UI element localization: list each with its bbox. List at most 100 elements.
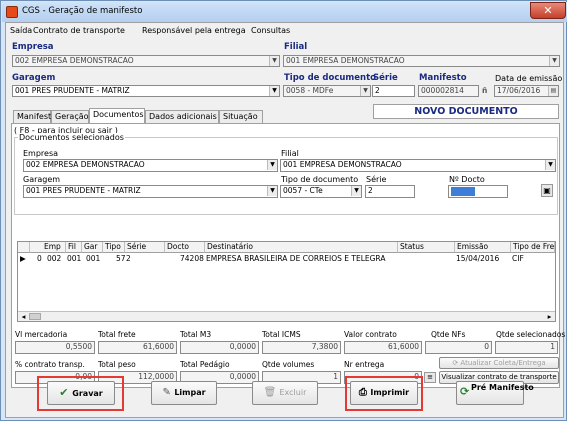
manifesto-input[interactable]: 000002814 <box>418 85 479 97</box>
tipo-documento-select[interactable]: 0058 - MDFe ▼ <box>283 85 371 97</box>
panel-filial-label: Filial <box>281 149 299 158</box>
title-bar: CGS - Geração de manifesto ✕ <box>2 2 567 22</box>
row-marker-icon: ▶ <box>20 254 26 263</box>
limpar-label: Limpar <box>174 388 206 397</box>
panel-empresa-select[interactable]: 002 EMPRESA DEMONSTRACAO ▼ <box>23 159 278 172</box>
total-peso-label: Total peso <box>98 360 136 369</box>
sync-icon: ⟳ <box>460 385 470 398</box>
garagem-value: 001 PRES PRUDENTE - MATRIZ <box>15 86 130 95</box>
cell-emp: 002 <box>47 254 62 263</box>
grid-col-serie[interactable]: Série <box>125 242 165 253</box>
vl-mercadoria-field: 0,5500 <box>15 341 95 354</box>
filial-label: Filial <box>284 42 308 52</box>
vl-mercadoria-label: Vl mercadoria <box>15 330 68 339</box>
atualizar-label: Atualizar Coleta/Entrega <box>460 359 546 367</box>
empresa-label: Empresa <box>12 42 54 52</box>
data-emissao-input[interactable]: 17/06/2016 ▤ <box>494 85 559 97</box>
serie-label: Série <box>373 73 398 83</box>
data-emissao-value: 17/06/2016 <box>497 86 541 95</box>
filial-select[interactable]: 001 EMPRESA DEMONSTRACAO ▼ <box>283 55 560 67</box>
panel-empresa-value: 002 EMPRESA DEMONSTRACAO <box>26 160 145 169</box>
pct-contrato-label: % contrato transp. <box>15 360 85 369</box>
empresa-value: 002 EMPRESA DEMONSTRACAO <box>15 56 134 65</box>
list-icon[interactable]: ≡ <box>424 372 436 383</box>
garagem-label: Garagem <box>12 73 56 83</box>
binoculars-icon[interactable]: ñ <box>482 86 491 97</box>
cell-destinatario: EMPRESA BRASILEIRA DE CORREIOS E TELEGRA <box>206 254 386 263</box>
trash-icon: 🗑 <box>263 387 280 398</box>
menu-saida[interactable]: Saída <box>10 26 32 35</box>
panel-filial-select[interactable]: 001 EMPRESA DEMONSTRACAO ▼ <box>280 159 556 172</box>
tab-manifesto[interactable]: Manifesto <box>13 110 56 123</box>
cell-docto: 74208 <box>180 254 204 263</box>
qtde-selecionados-field: 1 <box>495 341 558 354</box>
menu-contrato-transporte[interactable]: Contrato de transporte <box>33 26 125 35</box>
panel-garagem-label: Garagem <box>23 175 61 184</box>
scroll-left-icon[interactable]: ◂ <box>19 312 28 321</box>
novo-documento-banner: NOVO DOCUMENTO <box>373 104 559 119</box>
grid-col-emissao[interactable]: Emissão <box>455 242 511 253</box>
empresa-select[interactable]: 002 EMPRESA DEMONSTRACAO ▼ <box>12 55 280 67</box>
qtde-nfs-field: 0 <box>425 341 492 354</box>
pre-manifesto-label: Pré Manifesto <box>471 383 534 392</box>
pre-manifesto-button[interactable]: ⟳ Pré Manifesto <box>456 381 534 405</box>
filial-value: 001 EMPRESA DEMONSTRACAO <box>286 56 405 65</box>
panel-empresa-label: Empresa <box>23 149 59 158</box>
grid-col-emp[interactable]: Emp <box>30 242 66 253</box>
client-area: Saída Contrato de transporte Responsável… <box>5 22 565 418</box>
grid-col-gar[interactable]: Gar <box>82 242 103 253</box>
chevron-down-icon: ▼ <box>267 186 277 196</box>
tab-documentos[interactable]: Documentos <box>89 108 145 123</box>
app-icon <box>6 6 18 18</box>
garagem-select[interactable]: 001 PRES PRUDENTE - MATRIZ ▼ <box>12 85 280 97</box>
cell-idx: 0 <box>37 254 42 263</box>
chevron-down-icon: ▼ <box>269 56 279 66</box>
horizontal-scrollbar[interactable]: ◂ ▸ <box>18 311 555 321</box>
total-m3-field: 0,0000 <box>180 341 259 354</box>
tab-panel-documentos: ( F8 - para incluir ou sair ) Documentos… <box>11 123 565 388</box>
panel-serie-label: Série <box>366 175 387 184</box>
chevron-down-icon: ▼ <box>267 160 277 170</box>
calendar-icon: ▤ <box>548 86 558 96</box>
panel-nro-docto-input[interactable] <box>448 185 508 198</box>
grid-col-tipo-frete[interactable]: Tipo de Fre <box>511 242 555 253</box>
grid-col-status[interactable]: Status <box>398 242 455 253</box>
panel-serie-input[interactable]: 2 <box>365 185 415 198</box>
grid-col-destinatario[interactable]: Destinatário <box>205 242 398 253</box>
total-m3-label: Total M3 <box>180 330 212 339</box>
grid-col-fil[interactable]: Fil <box>66 242 82 253</box>
grid-col-docto[interactable]: Docto <box>165 242 205 253</box>
cell-emissao: 15/04/2016 <box>456 254 500 263</box>
grid-col-tipo[interactable]: Tipo <box>103 242 125 253</box>
menu-consultas[interactable]: Consultas <box>251 26 290 35</box>
panel-nro-docto-label: Nº Docto <box>449 175 485 184</box>
chevron-down-icon: ▼ <box>545 160 555 170</box>
nr-entrega-label: Nr entrega <box>344 360 385 369</box>
scroll-right-icon[interactable]: ▸ <box>545 312 554 321</box>
close-button[interactable]: ✕ <box>530 2 566 19</box>
menu-responsavel-entrega[interactable]: Responsável pela entrega <box>142 26 246 35</box>
panel-garagem-select[interactable]: 001 PRES PRUDENTE - MATRIZ ▼ <box>23 185 278 198</box>
menu-bar: Saída Contrato de transporte Responsável… <box>6 23 563 38</box>
panel-tipo-documento-label: Tipo de documento <box>281 175 359 184</box>
atualizar-coleta-entrega-button[interactable]: ⟳ Atualizar Coleta/Entrega <box>439 357 559 369</box>
valor-contrato-label: Valor contrato <box>344 330 397 339</box>
panel-tipo-documento-select[interactable]: 0057 - CTe ▼ <box>280 185 362 198</box>
cell-tipo-frete: CIF <box>512 254 524 263</box>
excluir-button[interactable]: 🗑 Excluir <box>252 381 318 405</box>
main-window: CGS - Geração de manifesto ✕ Saída Contr… <box>0 0 567 421</box>
eraser-icon: ✎ <box>162 387 175 398</box>
limpar-button[interactable]: ✎ Limpar <box>151 381 217 405</box>
grid-corner <box>18 242 30 253</box>
serie-input[interactable]: 2 <box>372 85 415 97</box>
scroll-thumb[interactable] <box>29 313 41 320</box>
documentos-grid: Emp Fil Gar Tipo Série Docto Destinatári… <box>17 241 556 322</box>
tab-dados-adicionais[interactable]: Dados adicionais <box>145 110 219 123</box>
highlight-gravar <box>37 376 124 411</box>
data-emissao-label: Data de emissão <box>495 74 563 83</box>
tab-situacao[interactable]: Situação <box>219 110 263 123</box>
print-icon[interactable]: ▣ <box>541 184 553 197</box>
tab-geracao[interactable]: Geração <box>51 110 89 123</box>
total-frete-field: 61,6000 <box>98 341 177 354</box>
selection-highlight <box>451 187 475 196</box>
